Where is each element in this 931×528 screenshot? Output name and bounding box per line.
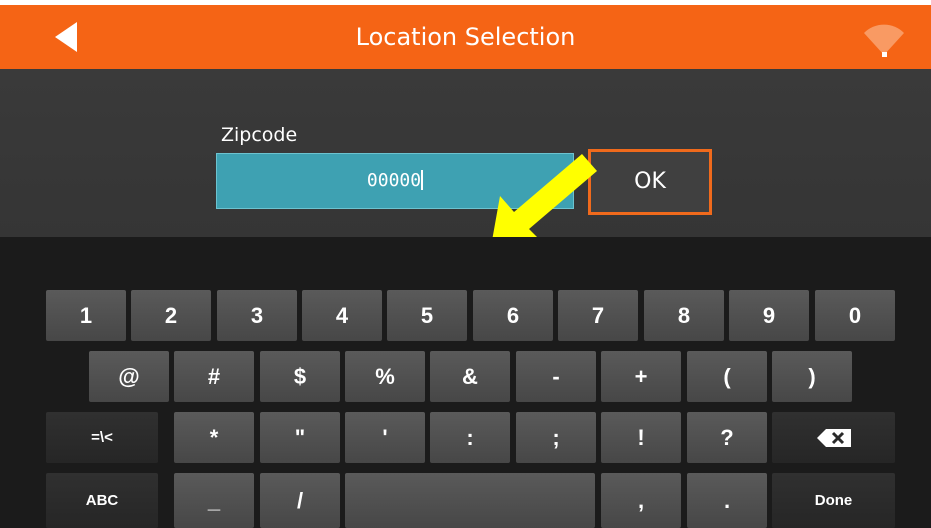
- key-open-paren[interactable]: (: [687, 351, 767, 402]
- key-colon[interactable]: :: [430, 412, 510, 463]
- key-close-paren[interactable]: ): [772, 351, 852, 402]
- backspace-key[interactable]: [772, 412, 895, 463]
- done-key[interactable]: Done: [772, 473, 895, 528]
- key-slash[interactable]: /: [260, 473, 340, 528]
- key-double-quote[interactable]: ": [260, 412, 340, 463]
- key-2[interactable]: 2: [131, 290, 211, 341]
- key-0[interactable]: 0: [815, 290, 895, 341]
- key-abc[interactable]: ABC: [46, 473, 158, 528]
- backspace-icon: [816, 428, 851, 447]
- on-screen-keyboard: 1 2 3 4 5 6 7 8 9 0 @ # $ % & - + ( ) =\…: [0, 237, 931, 528]
- key-asterisk[interactable]: *: [174, 412, 254, 463]
- key-4[interactable]: 4: [302, 290, 382, 341]
- text-caret: [421, 170, 424, 190]
- key-ampersand[interactable]: &: [430, 351, 510, 402]
- key-minus[interactable]: -: [516, 351, 596, 402]
- key-percent[interactable]: %: [345, 351, 425, 402]
- key-exclamation[interactable]: !: [601, 412, 681, 463]
- key-1[interactable]: 1: [46, 290, 126, 341]
- key-plus[interactable]: +: [601, 351, 681, 402]
- content-area: Zipcode 00000 OK: [0, 69, 931, 252]
- key-period[interactable]: .: [687, 473, 767, 528]
- key-7[interactable]: 7: [558, 290, 638, 341]
- key-space[interactable]: [345, 473, 595, 528]
- key-at[interactable]: @: [89, 351, 169, 402]
- key-hash[interactable]: #: [174, 351, 254, 402]
- wifi-icon: [864, 24, 904, 57]
- header-bar: Location Selection: [0, 5, 931, 69]
- page-title: Location Selection: [355, 23, 576, 51]
- key-symbols-2[interactable]: =\<: [46, 412, 158, 463]
- key-dollar[interactable]: $: [260, 351, 340, 402]
- key-9[interactable]: 9: [729, 290, 809, 341]
- key-6[interactable]: 6: [473, 290, 553, 341]
- key-semicolon[interactable]: ;: [516, 412, 596, 463]
- key-single-quote[interactable]: ': [345, 412, 425, 463]
- key-question[interactable]: ?: [687, 412, 767, 463]
- zipcode-label: Zipcode: [221, 124, 298, 146]
- key-5[interactable]: 5: [387, 290, 467, 341]
- key-underscore[interactable]: _: [174, 473, 254, 528]
- key-8[interactable]: 8: [644, 290, 724, 341]
- key-comma[interactable]: ,: [601, 473, 681, 528]
- key-3[interactable]: 3: [217, 290, 297, 341]
